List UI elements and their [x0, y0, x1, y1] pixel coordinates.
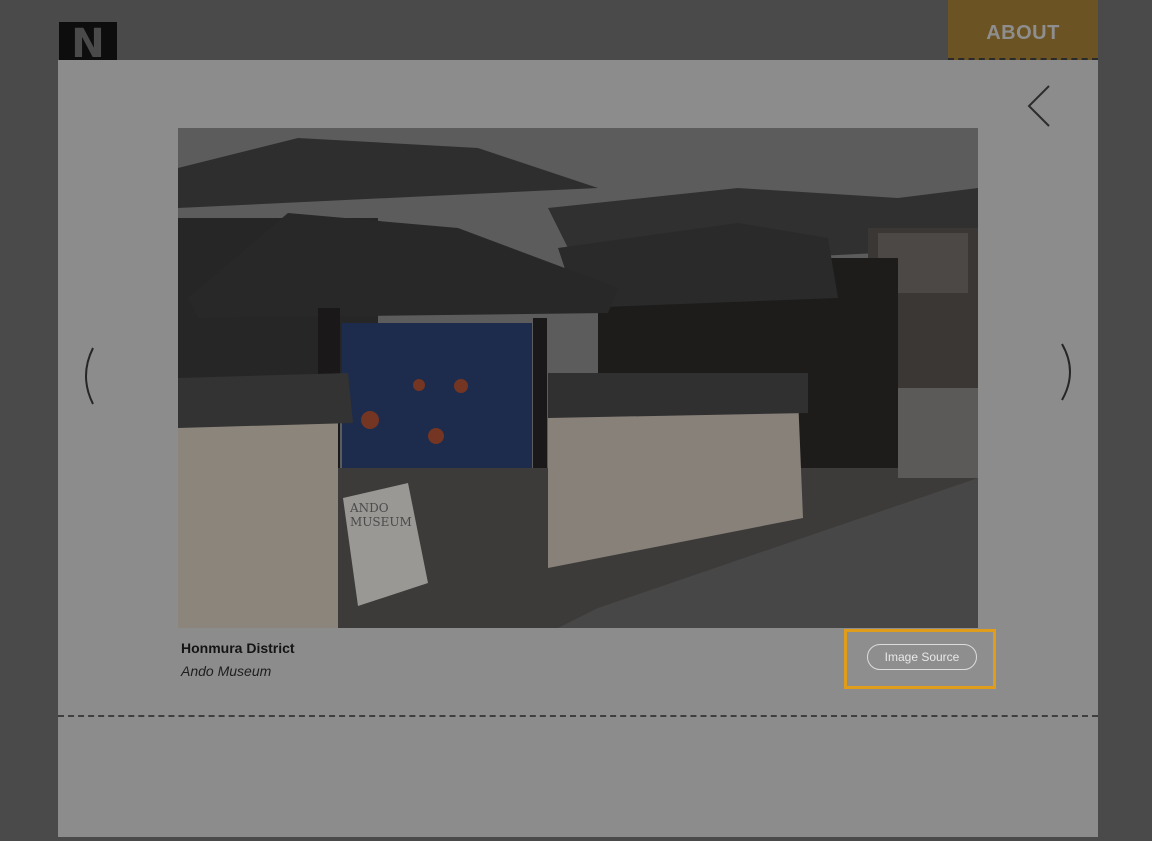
chevron-right-icon [1061, 343, 1071, 401]
photo-sign-text-line2: MUSEUM [350, 515, 412, 529]
caption-subtitle: Ando Museum [181, 663, 272, 679]
divider [58, 715, 1098, 717]
photo-sign-text-line1: ANDO [349, 501, 389, 515]
about-button[interactable]: ABOUT [948, 0, 1098, 60]
previous-image-button[interactable] [75, 346, 99, 406]
caption-title: Honmura District [181, 640, 295, 656]
image-source-button[interactable]: Image Source [867, 644, 977, 670]
site-logo[interactable]: N [59, 22, 117, 60]
image-lightbox: ANDO MUSEUM Honmura District Ando Museum… [58, 60, 1098, 837]
logo-letter: N [71, 22, 105, 60]
chevron-left-icon [85, 347, 94, 405]
image-source-highlight: Image Source [844, 629, 996, 689]
close-icon[interactable] [1021, 84, 1055, 128]
next-image-button[interactable] [1058, 342, 1082, 402]
gallery-photo: ANDO MUSEUM [178, 128, 978, 628]
